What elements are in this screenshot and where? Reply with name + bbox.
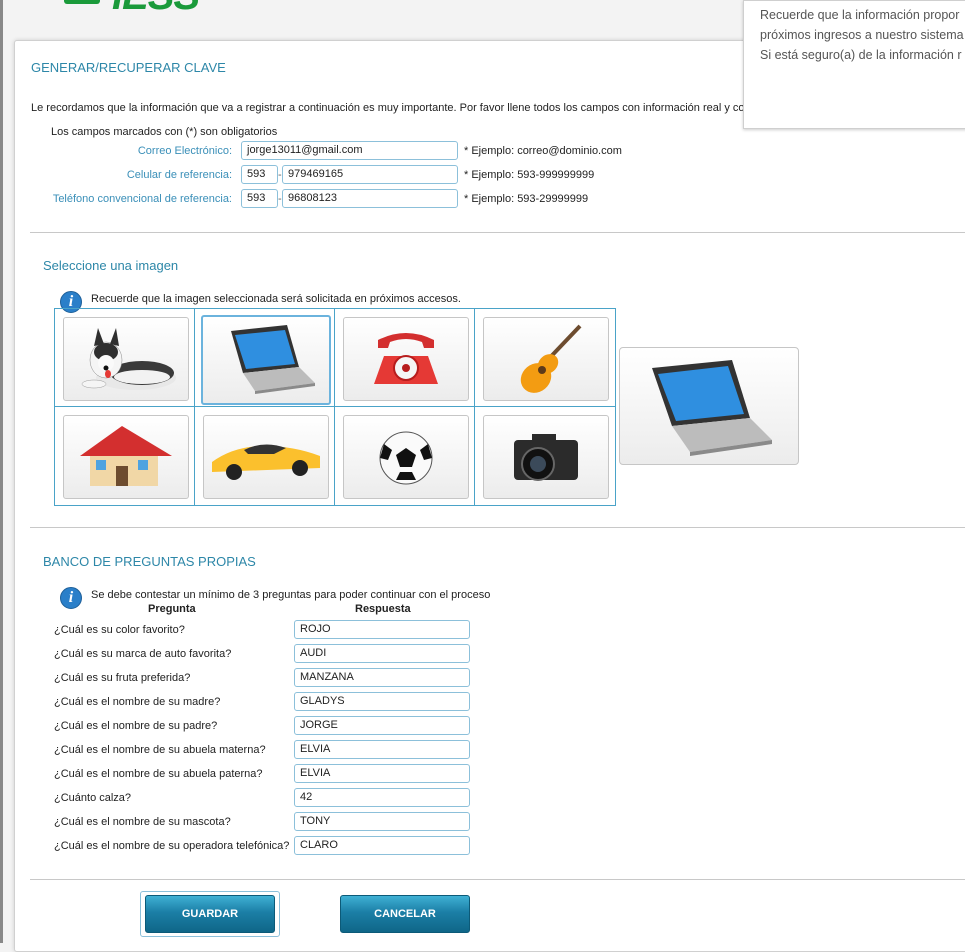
guitar-icon xyxy=(520,324,582,393)
answer-field[interactable]: GLADYS xyxy=(294,692,470,711)
image-tile xyxy=(483,317,609,401)
house-icon xyxy=(80,426,172,486)
save-button[interactable]: GUARDAR xyxy=(145,895,275,933)
phone-number-field[interactable]: 96808123 xyxy=(282,189,458,208)
image-tile xyxy=(63,415,189,499)
answer-field[interactable]: ELVIA xyxy=(294,740,470,759)
phone-hint: * Ejemplo: 593-29999999 xyxy=(464,193,589,205)
divider xyxy=(30,879,965,880)
image-option-telephone[interactable] xyxy=(335,309,475,407)
dog-icon xyxy=(81,328,176,390)
email-label: Correo Electrónico: xyxy=(137,145,232,157)
popup-line-2: próximos ingresos a nuestro sistema xyxy=(760,28,964,42)
question-text: ¿Cuál es el nombre de su padre? xyxy=(54,720,218,732)
image-tile xyxy=(203,415,329,499)
question-text: ¿Cuál es el nombre de su abuela materna? xyxy=(54,744,266,756)
laptop-icon xyxy=(652,360,772,456)
grid-line xyxy=(194,309,195,505)
grid-line xyxy=(334,309,335,505)
image-section-title: Seleccione una imagen xyxy=(43,258,179,273)
question-text: ¿Cuál es su color favorito? xyxy=(54,624,185,636)
cell-hint: * Ejemplo: 593-999999999 xyxy=(464,169,595,181)
column-header-question: Pregunta xyxy=(148,603,196,615)
popup-line-1: Recuerde que la información propor xyxy=(760,8,960,22)
answer-field[interactable]: CLARO xyxy=(294,836,470,855)
question-text: ¿Cuánto calza? xyxy=(54,792,132,804)
answer-field[interactable]: AUDI xyxy=(294,644,470,663)
column-header-answer: Respuesta xyxy=(355,603,411,615)
question-text: ¿Cuál es su marca de auto favorita? xyxy=(54,648,232,660)
image-tile xyxy=(343,317,469,401)
questions-section-title: BANCO DE PREGUNTAS PROPIAS xyxy=(43,554,256,569)
info-icon: i xyxy=(60,587,82,609)
phone-prefix-field[interactable]: 593 xyxy=(241,189,278,208)
cell-prefix-field[interactable]: 593 xyxy=(241,165,278,184)
page-title: GENERAR/RECUPERAR CLAVE xyxy=(31,60,226,75)
soccer-ball-icon xyxy=(379,431,433,485)
question-text: ¿Cuál es el nombre de su madre? xyxy=(54,696,221,708)
questions-note: Se debe contestar un mínimo de 3 pregunt… xyxy=(91,589,491,601)
answer-field[interactable]: ROJO xyxy=(294,620,470,639)
grid-line xyxy=(55,406,615,407)
answer-field[interactable]: ELVIA xyxy=(294,764,470,783)
answer-field[interactable]: TONY xyxy=(294,812,470,831)
phone-label: Teléfono convencional de referencia: xyxy=(52,193,232,205)
intro-text: Le recordamos que la información que va … xyxy=(31,102,745,114)
image-tile xyxy=(201,315,331,405)
divider xyxy=(30,232,965,233)
image-tile xyxy=(63,317,189,401)
info-popup: Recuerde que la información propor próxi… xyxy=(743,0,965,129)
answer-field[interactable]: 42 xyxy=(294,788,470,807)
question-text: ¿Cuál es el nombre de su operadora telef… xyxy=(54,840,290,852)
left-edge-bar xyxy=(0,0,3,943)
telephone-icon xyxy=(374,333,438,384)
car-icon xyxy=(212,444,320,480)
image-option-soccer-ball[interactable] xyxy=(335,407,475,505)
image-option-camera[interactable] xyxy=(475,407,615,505)
image-tile xyxy=(343,415,469,499)
popup-line-3: Si está seguro(a) de la información r xyxy=(760,48,962,62)
question-text: ¿Cuál es el nombre de su abuela paterna? xyxy=(54,768,263,780)
iess-logo: IESS xyxy=(62,0,242,18)
camera-icon xyxy=(514,434,578,481)
logo-text: IESS xyxy=(112,0,200,19)
grid-line xyxy=(474,309,475,505)
email-field[interactable]: jorge13011@gmail.com xyxy=(241,141,458,160)
image-option-dog[interactable] xyxy=(55,309,195,407)
image-option-laptop[interactable] xyxy=(195,309,335,407)
cell-label: Celular de referencia: xyxy=(126,169,232,181)
image-tile xyxy=(483,415,609,499)
family-logo-icon xyxy=(64,0,100,4)
image-grid xyxy=(54,308,616,506)
image-option-guitar[interactable] xyxy=(475,309,615,407)
email-hint: * Ejemplo: correo@dominio.com xyxy=(464,145,622,157)
required-note: Los campos marcados con (*) son obligato… xyxy=(51,126,278,138)
question-text: ¿Cuál es su fruta preferida? xyxy=(54,672,191,684)
divider xyxy=(30,527,965,528)
image-note: Recuerde que la imagen seleccionada será… xyxy=(91,293,461,305)
selected-image-preview xyxy=(619,347,799,465)
cell-number-field[interactable]: 979469165 xyxy=(282,165,458,184)
laptop-icon xyxy=(231,325,315,394)
image-option-house[interactable] xyxy=(55,407,195,505)
image-option-car[interactable] xyxy=(195,407,335,505)
answer-field[interactable]: JORGE xyxy=(294,716,470,735)
question-text: ¿Cuál es el nombre de su mascota? xyxy=(54,816,231,828)
cancel-button[interactable]: CANCELAR xyxy=(340,895,470,933)
answer-field[interactable]: MANZANA xyxy=(294,668,470,687)
